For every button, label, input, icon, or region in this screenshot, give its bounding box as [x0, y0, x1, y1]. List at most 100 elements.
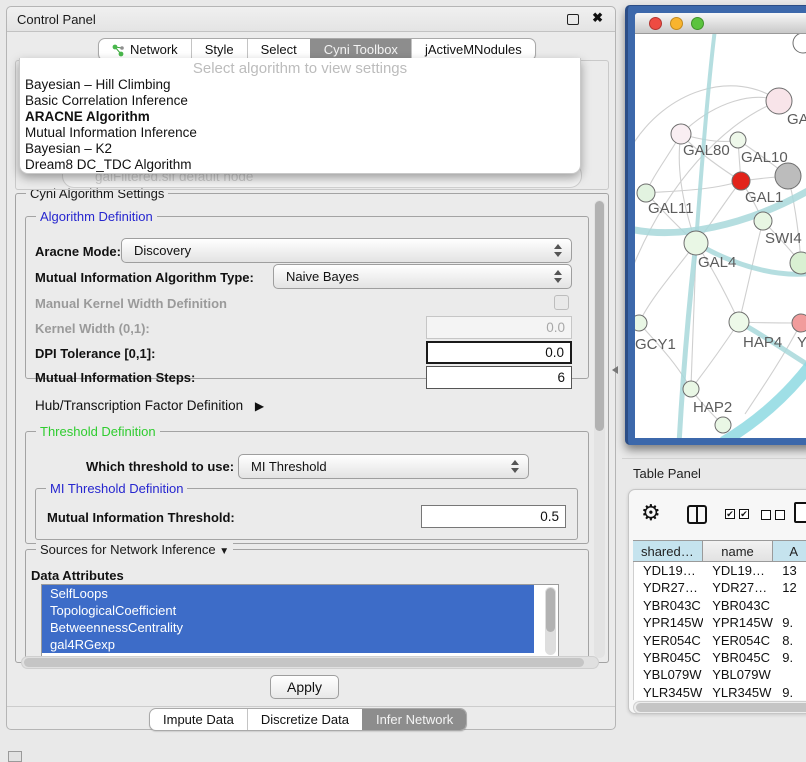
mi-steps-field[interactable]: 6: [426, 366, 572, 389]
network-canvas[interactable]: GALGAL80GAL10GAL1GAL11SWI4GAL4GCY1HAP4YH…: [635, 34, 806, 438]
mi-threshold-field[interactable]: 0.5: [421, 505, 566, 528]
network-node-gal4[interactable]: [684, 231, 708, 255]
algorithm-dropdown-popup: Select algorithm to view settings Bayesi…: [19, 58, 581, 174]
mi-algorithm-type-value: Naive Bayes: [286, 269, 359, 284]
table-row[interactable]: YBR045CYBR045C9.: [634, 649, 806, 666]
settings-vertical-scrollbar-thumb[interactable]: [595, 201, 604, 431]
table-row[interactable]: YER054CYER054C8.: [634, 632, 806, 649]
network-edge[interactable]: [691, 322, 739, 389]
network-edge[interactable]: [646, 181, 741, 193]
column-header-shared…[interactable]: shared…: [633, 541, 703, 561]
network-node-gal80[interactable]: [671, 124, 691, 144]
table-row[interactable]: YPR145WYPR145W9.: [634, 614, 806, 631]
manual-kernel-width-checkbox[interactable]: [554, 295, 569, 310]
table-header-row: shared…nameA: [633, 540, 806, 562]
table-cell: YBR043C: [703, 597, 773, 614]
deselect-all-icon[interactable]: [775, 510, 785, 520]
table-horizontal-scrollbar-thumb[interactable]: [636, 703, 806, 712]
minimize-traffic-light-icon[interactable]: [670, 17, 683, 30]
tab-cyni-toolbox[interactable]: Cyni Toolbox: [310, 39, 411, 60]
kernel-width-field[interactable]: 0.0: [426, 316, 572, 339]
select-all-icon[interactable]: ✔: [725, 509, 735, 519]
table-cell: YPR145W: [703, 614, 773, 631]
table-cell: YDR27…: [634, 579, 703, 596]
close-icon[interactable]: ✖: [592, 10, 603, 26]
app-root: Control Panel ✖ NetworkStyleSelectCyni T…: [0, 0, 806, 762]
data-attribute-item[interactable]: gal4RGexp: [42, 636, 534, 653]
tab-select[interactable]: Select: [247, 39, 310, 60]
network-window-frame[interactable]: GALGAL80GAL10GAL1GAL11SWI4GAL4GCY1HAP4YH…: [625, 5, 806, 445]
panel-divider-collapse-icon[interactable]: [612, 366, 618, 374]
algorithm-option[interactable]: Mutual Information Inference: [20, 125, 580, 141]
which-threshold-combo[interactable]: MI Threshold: [238, 454, 529, 479]
split-columns-icon[interactable]: [687, 505, 707, 524]
import-table-icon[interactable]: [794, 502, 806, 523]
settings-vertical-scrollbar[interactable]: [594, 200, 605, 658]
network-node-y[interactable]: [792, 314, 806, 332]
network-node-hap2[interactable]: [683, 381, 699, 397]
table-cell: 12: [773, 579, 806, 596]
tab-jactivemnodules[interactable]: jActiveMNodules: [411, 39, 535, 60]
float-window-icon[interactable]: [567, 14, 579, 25]
table-horizontal-scrollbar[interactable]: [633, 701, 806, 714]
algorithm-option[interactable]: ARACNE Algorithm: [20, 109, 580, 125]
dpi-tolerance-field[interactable]: 0.0: [426, 341, 572, 364]
column-header-A[interactable]: A: [773, 541, 806, 561]
network-node-gal10[interactable]: [730, 132, 746, 148]
sources-group-title[interactable]: Sources for Network Inference ▼: [36, 542, 233, 557]
close-traffic-light-icon[interactable]: [649, 17, 662, 30]
table-cell: YER054C: [703, 632, 773, 649]
data-attribute-item[interactable]: SelfLoops: [42, 585, 534, 602]
algorithm-option[interactable]: Basic Correlation Inference: [20, 93, 580, 109]
network-graph[interactable]: GALGAL80GAL10GAL1GAL11SWI4GAL4GCY1HAP4YH…: [635, 34, 806, 438]
network-window-titlebar[interactable]: [635, 13, 806, 34]
tab-discretize-data[interactable]: Discretize Data: [247, 709, 362, 730]
zoom-traffic-light-icon[interactable]: [691, 17, 704, 30]
mi-algorithm-type-combo[interactable]: Naive Bayes: [273, 264, 572, 289]
tab-style[interactable]: Style: [191, 39, 247, 60]
data-attribute-item[interactable]: BetweennessCentrality: [42, 619, 534, 636]
network-node-gal1[interactable]: [732, 172, 750, 190]
mi-steps-label: Mutual Information Steps:: [35, 370, 195, 385]
apply-button[interactable]: Apply: [270, 675, 339, 699]
table-row[interactable]: YLR345WYLR345W9.: [634, 684, 806, 700]
network-node[interactable]: [793, 34, 806, 53]
threshold-definition-title: Threshold Definition: [36, 424, 160, 439]
settings-horizontal-scrollbar[interactable]: [21, 656, 599, 669]
algorithm-option[interactable]: Bayesian – K2: [20, 141, 580, 157]
tab-network[interactable]: Network: [99, 39, 191, 60]
network-node[interactable]: [775, 163, 801, 189]
deselect-all-icon[interactable]: [761, 510, 771, 520]
network-node-swi4[interactable]: [754, 212, 772, 230]
mi-algorithm-type-label: Mutual Information Algorithm Type:: [35, 270, 254, 285]
aracne-mode-combo[interactable]: Discovery: [121, 238, 572, 263]
tab-label: jActiveMNodules: [425, 42, 522, 57]
network-node[interactable]: [715, 417, 731, 433]
hub-tf-definition-label: Hub/Transcription Factor Definition: [35, 398, 243, 413]
network-edge-highlighted[interactable]: [723, 352, 806, 438]
column-header-name[interactable]: name: [703, 541, 774, 561]
hub-tf-definition-toggle[interactable]: Hub/Transcription Factor Definition ▶: [35, 398, 264, 413]
table-row[interactable]: YDR27…YDR27…12: [634, 579, 806, 596]
tab-infer-network[interactable]: Infer Network: [362, 709, 466, 730]
table-cell: 9.: [773, 649, 806, 666]
network-node-hap4[interactable]: [729, 312, 749, 332]
algorithm-option[interactable]: Dream8 DC_TDC Algorithm: [20, 157, 580, 173]
network-edge[interactable]: [681, 97, 779, 134]
tab-impute-data[interactable]: Impute Data: [150, 709, 247, 730]
gear-icon[interactable]: ⚙: [641, 500, 661, 526]
table-panel: ⚙ ✔ ✔ shared…nameA YDL19…YDL19…13YDR27…Y…: [628, 489, 806, 714]
network-node-gcy1[interactable]: [635, 315, 647, 331]
table-row[interactable]: YDL19…YDL19…13: [634, 562, 806, 579]
attributes-scrollbar[interactable]: [545, 587, 556, 655]
attributes-scrollbar-thumb[interactable]: [546, 588, 555, 632]
data-attribute-item[interactable]: TopologicalCoefficient: [42, 602, 534, 619]
table-row[interactable]: YBR043CYBR043C: [634, 597, 806, 614]
network-node[interactable]: [790, 252, 806, 274]
table-cell: 8.: [773, 632, 806, 649]
algorithm-option[interactable]: Bayesian – Hill Climbing: [20, 77, 580, 93]
docked-panel-icon[interactable]: [8, 751, 22, 762]
select-all-icon[interactable]: ✔: [739, 509, 749, 519]
settings-horizontal-scrollbar-thumb[interactable]: [24, 658, 584, 667]
table-row[interactable]: YBL079WYBL079W: [634, 666, 806, 683]
